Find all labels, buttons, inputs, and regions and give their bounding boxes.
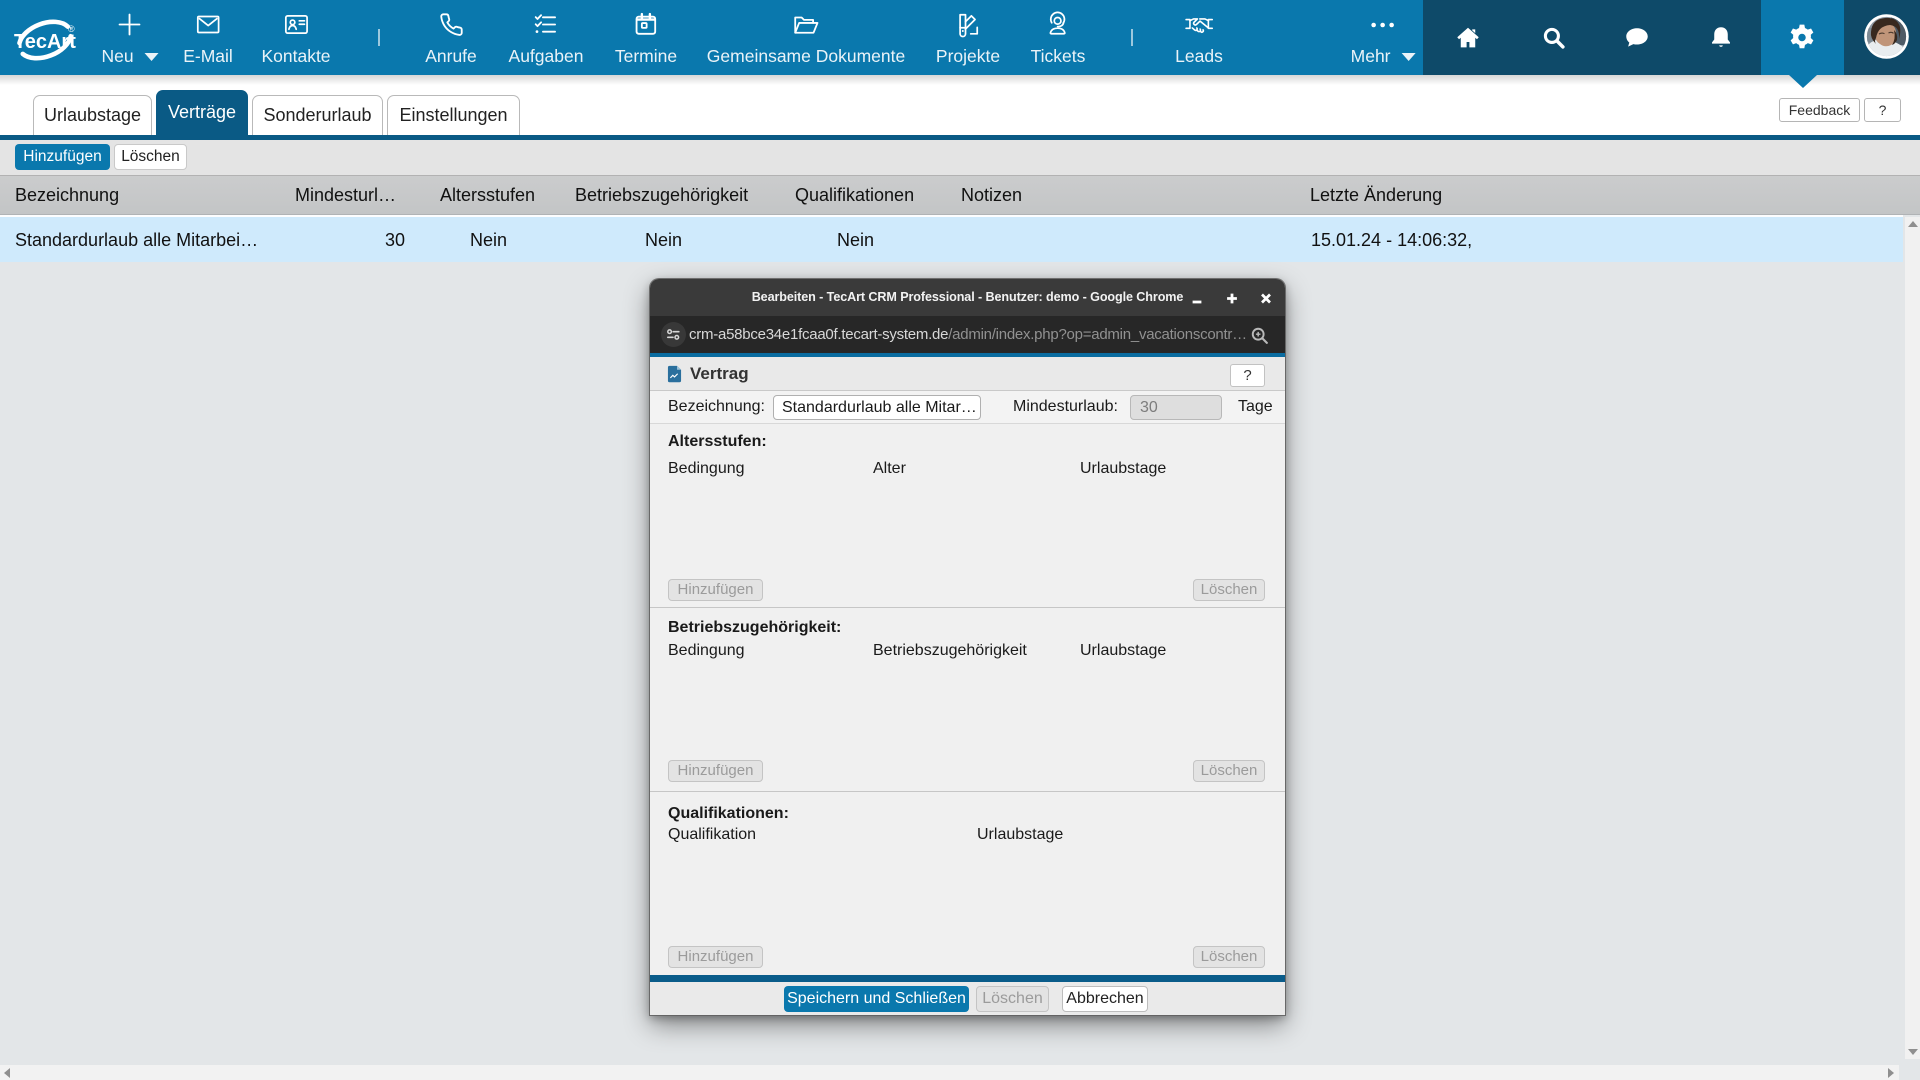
- svg-text:TecArt: TecArt: [14, 31, 76, 53]
- svg-text:®: ®: [68, 24, 75, 34]
